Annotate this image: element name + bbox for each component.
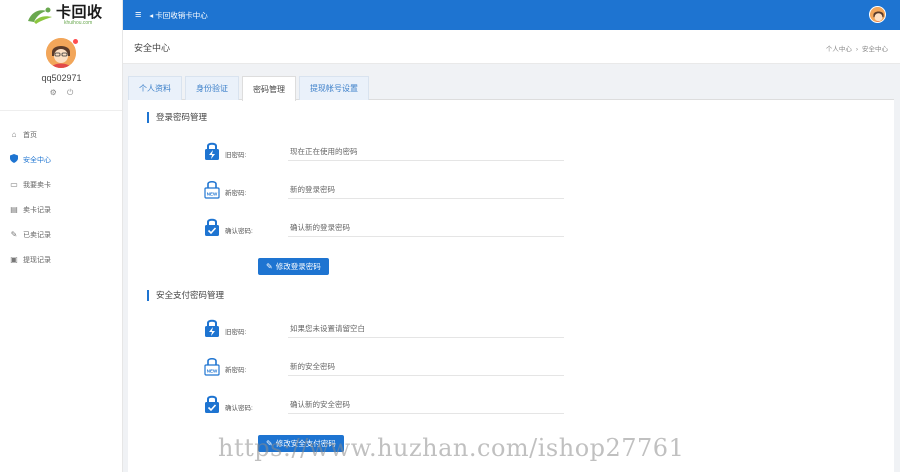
svg-text:NEW: NEW [207,369,218,374]
top-bar: ≡ ◂ 卡回收销卡中心 [123,0,900,30]
pencil-icon: ✎ [266,439,273,448]
pay-new-password-row: NEW 新密码: [128,356,894,378]
username: qq502971 [41,73,82,83]
change-login-password-button[interactable]: ✎ 修改登录密码 [258,258,329,275]
sidebar-menu: ⌂ 首页 安全中心 ▭ 我要卖卡 ▤ 卖卡记录 ✎ 已卖记录 ▣ 提现记录 [0,122,122,272]
breadcrumb: 个人中心 › 安全中心 [826,43,888,53]
field-label: 新密码: [225,367,247,374]
shield-icon [9,154,19,165]
new-lock-icon: NEW [204,180,220,199]
field-label: 旧密码: [225,152,247,159]
card-icon: ▭ [10,180,18,189]
leaf-logo-icon [28,7,52,24]
sidebar-item-sold-records[interactable]: ✎ 已卖记录 [0,222,122,247]
lightning-lock-icon [205,142,219,160]
top-avatar[interactable] [869,6,886,23]
page-title: 安全中心 [134,43,171,53]
check-lock-icon [205,218,219,236]
tab-password[interactable]: 密码管理 [242,76,296,101]
pay-old-password-row: 旧密码: [128,318,894,340]
menu-toggle-icon[interactable]: ≡ [135,9,141,21]
pay-old-password-input[interactable] [288,320,564,338]
page-header: 安全中心 个人中心 › 安全中心 [123,30,900,64]
pay-new-password-input[interactable] [288,358,564,376]
avatar-image [46,38,76,68]
new-lock-icon: NEW [204,357,220,376]
edit-icon: ✎ [10,230,18,239]
tab-identity[interactable]: 身份验证 [185,76,239,100]
wallet-icon: ▣ [10,255,18,264]
user-tools: ⚙ ⏻ [0,88,123,98]
login-old-password-row: 旧密码: [128,141,894,163]
sidebar-item-security[interactable]: 安全中心 [0,147,122,172]
list-icon: ▤ [10,205,18,214]
tab-bar: 个人资料 身份验证 密码管理 提现帐号设置 [128,76,894,101]
pay-confirm-password-input[interactable] [288,396,564,414]
sidebar-item-label: 已卖记录 [23,231,51,239]
sidebar-item-withdraw-records[interactable]: ▣ 提现记录 [0,247,122,272]
tab-withdraw-account[interactable]: 提现帐号设置 [299,76,369,100]
sidebar: 卡回收 khuihou.com qq502971 ⚙ ⏻ ⌂ 首页 安全中心 ▭… [0,0,123,472]
field-label: 确认密码: [225,228,253,235]
login-new-password-row: NEW 新密码: [128,179,894,201]
power-icon[interactable]: ⏻ [67,88,73,97]
login-confirm-password-input[interactable] [288,219,564,237]
logo-domain: khuihou.com [64,19,93,26]
logo-text: 卡回收 [56,3,103,21]
breadcrumb-item: 安全中心 [862,46,888,53]
pencil-icon: ✎ [266,262,273,271]
lightning-lock-icon [205,319,219,337]
sales-center-link-label: 卡回收销卡中心 [155,10,208,20]
field-label: 新密码: [225,190,247,197]
login-password-title: 登录密码管理 [147,112,207,123]
sidebar-item-sell-records[interactable]: ▤ 卖卡记录 [0,197,122,222]
password-card: 个人资料 身份验证 密码管理 提现帐号设置 登录密码管理 旧密码: NEW 新密… [128,76,894,472]
sidebar-item-label: 首页 [23,131,37,139]
field-label: 旧密码: [225,329,247,336]
notification-dot [73,39,78,44]
login-confirm-password-row: 确认密码: [128,217,894,239]
svg-text:NEW: NEW [207,192,218,197]
sales-center-link[interactable]: ◂ 卡回收销卡中心 [149,10,207,21]
breadcrumb-item[interactable]: 个人中心 [826,46,852,53]
sidebar-item-label: 我要卖卡 [23,181,51,189]
login-new-password-input[interactable] [288,181,564,199]
user-avatar[interactable] [46,38,78,68]
change-pay-password-button[interactable]: ✎ 修改安全支付密码 [258,435,344,452]
button-label: 修改安全支付密码 [275,439,336,448]
sidebar-item-label: 安全中心 [23,156,51,164]
pay-confirm-password-row: 确认密码: [128,394,894,416]
tab-profile[interactable]: 个人资料 [128,76,182,100]
field-label: 确认密码: [225,405,253,412]
home-icon: ⌂ [11,130,17,139]
sidebar-item-label: 提现记录 [23,256,51,264]
divider [0,110,122,111]
sidebar-item-label: 卖卡记录 [23,206,51,214]
sidebar-item-sell-card[interactable]: ▭ 我要卖卡 [0,172,122,197]
gear-icon[interactable]: ⚙ [50,88,57,97]
pay-password-title: 安全支付密码管理 [147,290,224,301]
logo[interactable]: 卡回收 khuihou.com [0,0,122,30]
button-label: 修改登录密码 [275,262,321,271]
check-lock-icon [205,395,219,413]
login-old-password-input[interactable] [288,143,564,161]
sidebar-item-home[interactable]: ⌂ 首页 [0,122,122,147]
chevron-right-icon: › [855,46,858,53]
